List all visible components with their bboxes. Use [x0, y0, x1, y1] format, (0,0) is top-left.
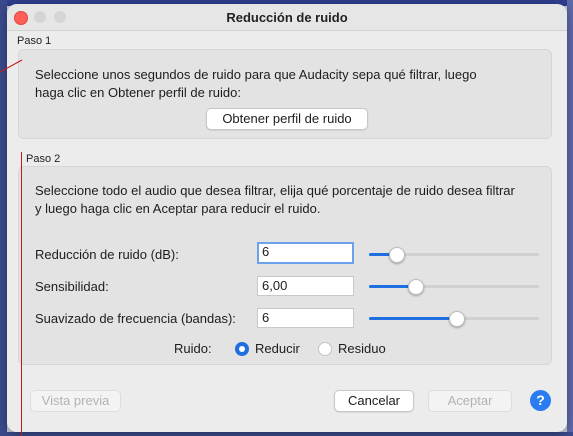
- step2-label: Paso 2: [26, 153, 61, 165]
- get-noise-profile-button[interactable]: Obtener perfil de ruido: [206, 108, 368, 130]
- noise-reduction-slider[interactable]: [369, 244, 539, 264]
- step2-description-line1: Seleccione todo el audio que desea filtr…: [35, 183, 515, 198]
- frequency-smoothing-label: Suavizado de frecuencia (bandas):: [35, 311, 236, 326]
- cancel-button[interactable]: Cancelar: [334, 390, 414, 412]
- noise-reduction-dialog: Reducción de ruido Paso 1 Seleccione uno…: [7, 4, 567, 432]
- radio-reduce[interactable]: [235, 342, 249, 356]
- sensitivity-input[interactable]: 6,00: [257, 276, 354, 296]
- annotation-line: [21, 152, 22, 436]
- help-button[interactable]: ?: [530, 390, 551, 411]
- step1-description-line2: haga clic en Obtener perfil de ruido:: [35, 85, 241, 100]
- title-bar: Reducción de ruido: [7, 4, 567, 31]
- sensitivity-label: Sensibilidad:: [35, 279, 109, 294]
- slider-thumb[interactable]: [448, 311, 465, 327]
- preview-button[interactable]: Vista previa: [30, 390, 121, 412]
- window-title: Reducción de ruido: [226, 10, 348, 25]
- annotation-stroke: [0, 59, 23, 73]
- radio-reduce-label[interactable]: Reducir: [255, 341, 300, 356]
- background-app-right: [567, 0, 573, 436]
- noise-mode-label: Ruido:: [174, 341, 212, 356]
- frequency-smoothing-input[interactable]: 6: [257, 308, 354, 328]
- step1-description-line1: Seleccione unos segundos de ruido para q…: [35, 67, 477, 82]
- background-app-bottom: [0, 432, 573, 436]
- frequency-smoothing-slider[interactable]: [369, 308, 539, 328]
- step2-description-line2: y luego haga clic en Aceptar para reduci…: [35, 201, 321, 216]
- noise-reduction-input[interactable]: 6: [257, 242, 354, 264]
- slider-thumb[interactable]: [389, 247, 406, 263]
- radio-residue-label[interactable]: Residuo: [338, 341, 386, 356]
- slider-thumb[interactable]: [407, 279, 424, 295]
- slider-fill: [369, 317, 456, 320]
- radio-residue[interactable]: [318, 342, 332, 356]
- ok-button[interactable]: Aceptar: [428, 390, 512, 412]
- sensitivity-slider[interactable]: [369, 276, 539, 296]
- noise-reduction-label: Reducción de ruido (dB):: [35, 247, 179, 262]
